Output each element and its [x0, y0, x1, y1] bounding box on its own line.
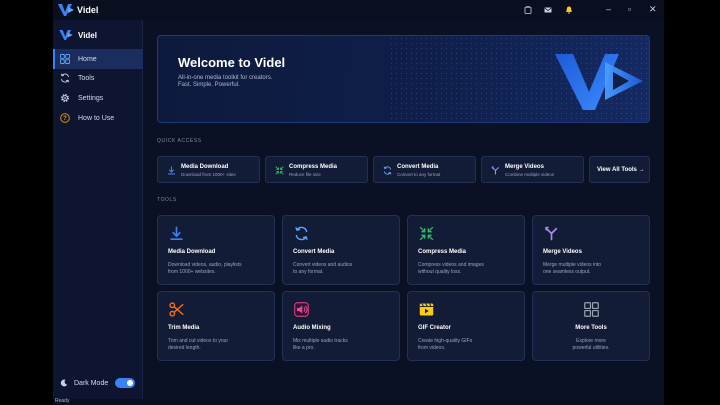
tool-card-desc: desired length. [168, 345, 201, 351]
tool-card-desc: Create high-quality GIFs [418, 338, 473, 344]
title-bar: Videl – ▫ ✕ [53, 0, 664, 20]
sidebar-item-label: Home [78, 55, 97, 63]
grid-icon [60, 54, 70, 64]
tool-card-trim-media[interactable]: Trim Media Trim and cut videos to your d… [157, 291, 275, 361]
apps-icon [584, 302, 599, 317]
tool-card-desc: Compress videos and images [418, 262, 484, 268]
sidebar-item-label: Tools [78, 74, 95, 82]
tool-card-compress-media[interactable]: Compress Media Compress videos and image… [407, 215, 525, 285]
tool-card-title: Merge Videos [543, 249, 582, 255]
sidebar-item-home[interactable]: Home [53, 49, 143, 69]
quick-item-desc: Convert to any format [397, 172, 441, 177]
sidebar-item-tools[interactable]: Tools [53, 68, 143, 88]
view-all-tools-button[interactable]: View All Tools → [589, 156, 650, 183]
tool-card-title: GIF Creator [418, 325, 452, 331]
quick-convert-media-button[interactable]: Convert Media Convert to any format [373, 156, 476, 183]
tools-label: TOOLS [157, 197, 177, 203]
dark-mode-row: Dark Mode [60, 377, 140, 389]
tool-card-desc: without quality loss. [418, 269, 462, 275]
welcome-tagline: Fast. Simple. Powerful. [178, 82, 240, 88]
tool-card-desc: Download videos, audio, playlists [168, 262, 242, 268]
tool-card-desc: Explore more [576, 338, 606, 344]
compress-icon [275, 166, 284, 175]
welcome-subtitle: All-in-one media toolkit for creators. [178, 75, 273, 81]
tool-card-audio-mixing[interactable]: Audio Mixing Mix multiple audio tracks l… [282, 291, 400, 361]
sidebar: Videl Home Tools Settings ? How to Use D… [53, 20, 143, 399]
svg-text:?: ? [63, 116, 67, 122]
quick-item-title: Merge Videos [505, 164, 544, 170]
download-icon [170, 226, 183, 241]
dark-mode-label: Dark Mode [74, 379, 109, 387]
tool-card-title: Trim Media [168, 325, 200, 331]
gif-icon [419, 303, 434, 316]
tool-card-desc: powerful utilities. [572, 345, 610, 351]
quick-access-label: QUICK ACCESS [157, 138, 202, 144]
tool-card-desc: Convert videos and audios [293, 262, 353, 268]
moon-icon [60, 379, 68, 387]
clipboard-icon[interactable] [524, 6, 532, 14]
tool-card-desc: from videos. [418, 345, 446, 351]
tool-card-convert-media[interactable]: Convert Media Convert videos and audios … [282, 215, 400, 285]
quick-media-download-button[interactable]: Media Download Download from 1000+ sites [157, 156, 260, 183]
quick-item-desc: Download from 1000+ sites [181, 172, 236, 177]
quick-item-title: Compress Media [289, 164, 338, 170]
tool-card-desc: Trim and cut videos to your [168, 338, 229, 344]
sidebar-item-label: Settings [78, 94, 104, 102]
videl-logo-icon [59, 30, 73, 40]
compress-icon [419, 226, 434, 241]
tool-card-more-tools[interactable]: More Tools Explore more powerful utiliti… [532, 291, 650, 361]
tool-card-title: Audio Mixing [293, 325, 331, 331]
tool-card-title: Compress Media [418, 249, 467, 255]
quick-item-desc: Reduce file size [289, 172, 321, 177]
quick-compress-media-button[interactable]: Compress Media Reduce file size [265, 156, 368, 183]
dark-mode-toggle[interactable] [115, 378, 135, 388]
tool-card-desc: to any format. [293, 269, 324, 275]
tool-card-title: More Tools [575, 325, 607, 331]
quick-merge-videos-button[interactable]: Merge Videos Combine multiple videos [481, 156, 584, 183]
app-window: Videl – ▫ ✕ Videl Home Tools Settings ? … [53, 0, 664, 399]
tool-card-media-download[interactable]: Media Download Download videos, audio, p… [157, 215, 275, 285]
merge-icon [544, 226, 558, 241]
sidebar-item-how-to-use[interactable]: ? How to Use [53, 108, 143, 128]
convert-icon [295, 226, 308, 241]
gear-icon [60, 93, 70, 103]
app-title: Videl [77, 5, 99, 15]
status-text: Ready [55, 398, 70, 404]
sidebar-item-label: How to Use [78, 114, 115, 122]
tool-card-desc: one seamless output. [543, 269, 591, 275]
welcome-title: Welcome to Videl [178, 55, 286, 70]
tool-card-desc: from 1000+ websites. [168, 269, 216, 275]
bell-icon[interactable] [565, 6, 573, 14]
tool-card-title: Media Download [168, 249, 216, 255]
tool-card-merge-videos[interactable]: Merge Videos Merge multiple videos into … [532, 215, 650, 285]
tool-card-desc: like a pro. [293, 345, 315, 351]
refresh-icon [60, 73, 70, 83]
scissors-icon [169, 302, 184, 317]
minimize-button[interactable]: – [606, 4, 611, 14]
sidebar-item-settings[interactable]: Settings [53, 88, 143, 108]
welcome-banner: Welcome to Videl All-in-one media toolki… [157, 35, 650, 123]
tool-card-title: Convert Media [293, 249, 335, 255]
quick-item-title: Media Download [181, 164, 229, 170]
sidebar-brand: Videl [59, 30, 97, 40]
videl-logo-icon [555, 54, 643, 110]
convert-icon [383, 166, 392, 175]
maximize-button[interactable]: ▫ [628, 4, 631, 14]
videl-logo-icon [58, 4, 74, 16]
merge-icon [491, 166, 500, 175]
quick-item-desc: Combine multiple videos [505, 172, 555, 177]
mail-icon[interactable] [544, 6, 552, 14]
sidebar-brand-label: Videl [78, 30, 97, 40]
tool-card-desc: Merge multiple videos into [543, 262, 602, 268]
tool-card-gif-creator[interactable]: GIF Creator Create high-quality GIFs fro… [407, 291, 525, 361]
close-button[interactable]: ✕ [649, 4, 657, 15]
main-content: Welcome to Videl All-in-one media toolki… [144, 20, 664, 399]
help-icon: ? [60, 113, 70, 123]
status-bar: Ready [53, 398, 664, 405]
speaker-icon [294, 302, 309, 317]
download-icon [167, 166, 176, 175]
tool-card-desc: Mix multiple audio tracks [293, 338, 348, 344]
view-all-label: View All Tools → [597, 167, 645, 173]
quick-item-title: Convert Media [397, 164, 439, 170]
